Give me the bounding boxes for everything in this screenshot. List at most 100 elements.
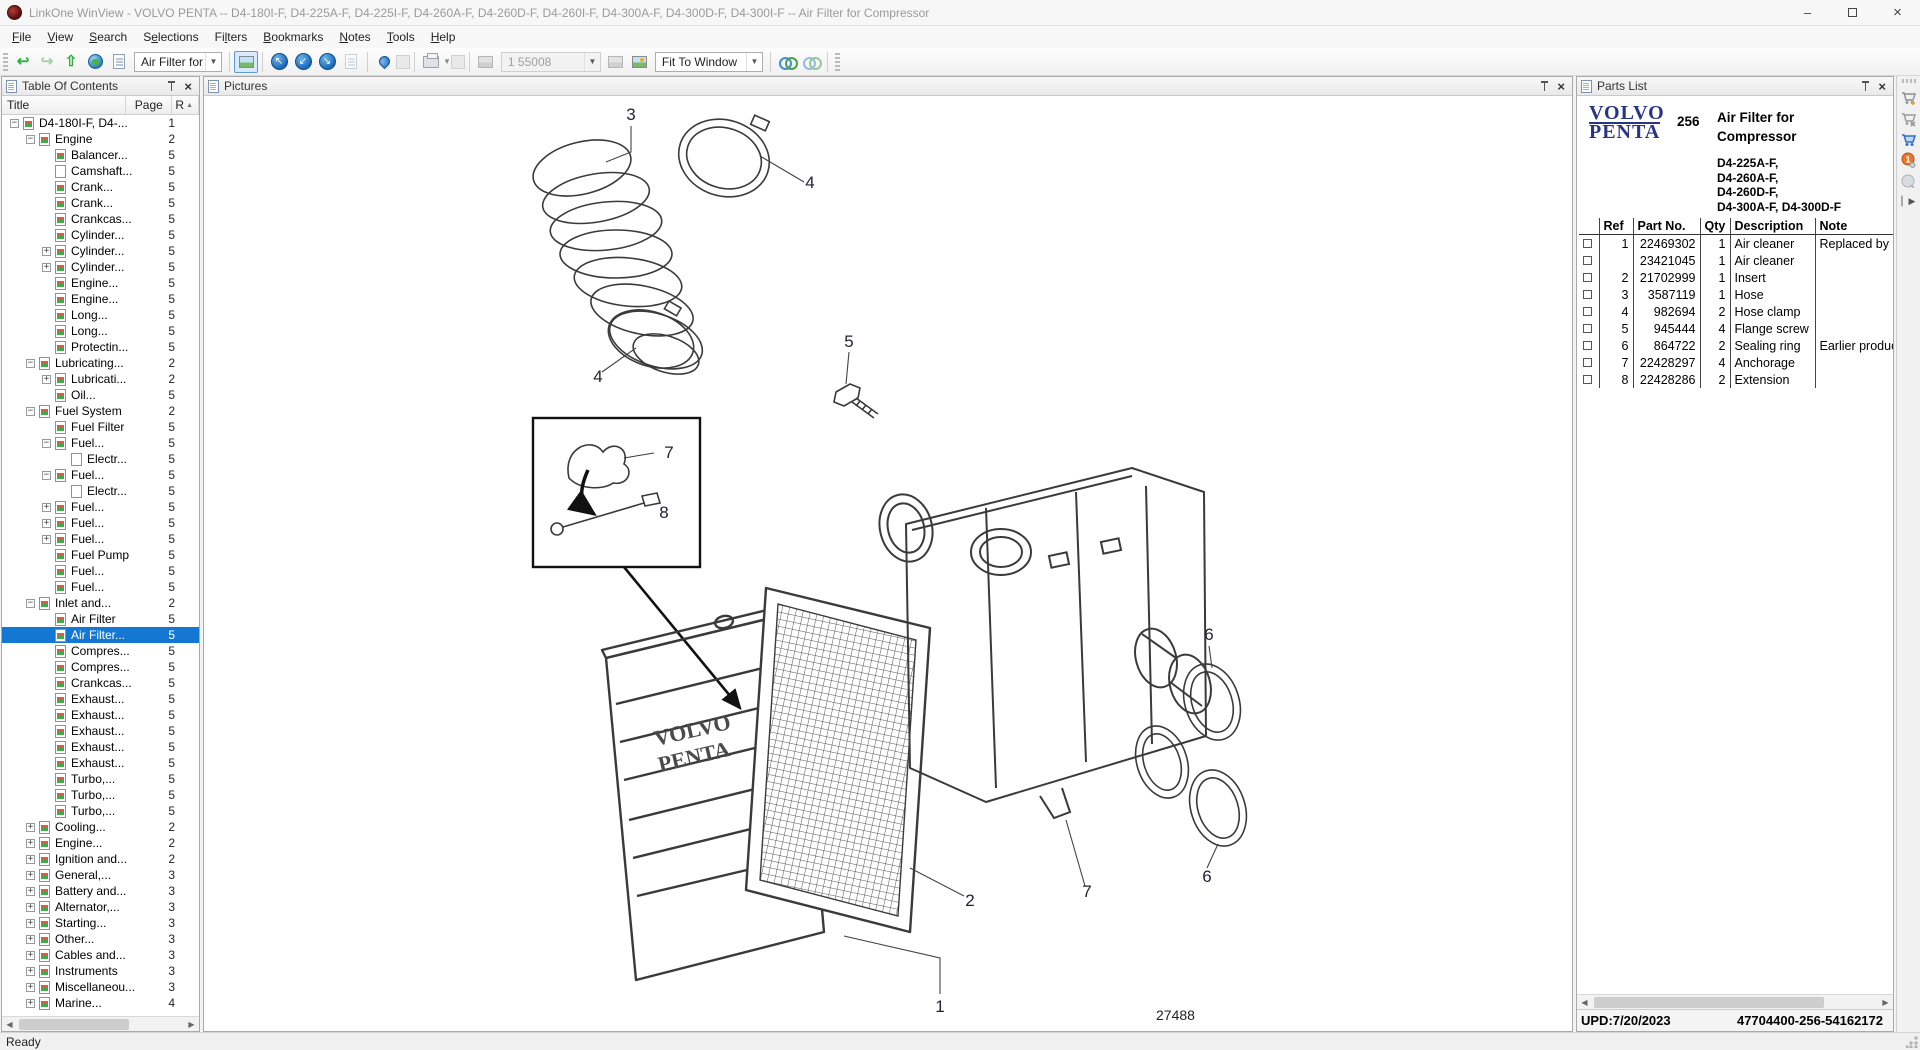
toc-row[interactable]: Turbo,... 5 (2, 771, 199, 787)
menu-filters[interactable]: Filters (207, 27, 256, 47)
collapse-icon[interactable]: − (42, 438, 51, 448)
ref-column-header[interactable]: Ref (1598, 218, 1633, 235)
back-button[interactable]: ↩ (11, 51, 35, 73)
toc-row[interactable]: + Fuel... 5 (2, 515, 199, 531)
collapse-icon[interactable]: − (10, 118, 19, 128)
expand-icon[interactable]: + (26, 838, 35, 848)
book-button[interactable] (107, 51, 131, 73)
toc-row[interactable]: Fuel Pump 5 (2, 547, 199, 563)
home-button[interactable] (83, 51, 107, 73)
toc-row[interactable]: − Fuel... 5 (2, 435, 199, 451)
expand-icon[interactable]: + (42, 518, 51, 528)
toc-col-r[interactable]: R ▲ (172, 96, 199, 114)
toc-row[interactable]: Turbo,... 5 (2, 803, 199, 819)
fit-window-button[interactable] (628, 51, 652, 73)
toc-row[interactable]: Turbo,... 5 (2, 787, 199, 803)
toc-row[interactable]: Oil... 5 (2, 387, 199, 403)
hotspot-up-button[interactable]: ↖ (267, 51, 291, 73)
row-checkbox[interactable] (1583, 306, 1592, 316)
callout-1[interactable]: 1 (935, 997, 944, 1016)
toc-row[interactable]: Air Filter... 5 (2, 627, 199, 643)
callout-7[interactable]: 7 (1082, 882, 1091, 901)
parts-pin-icon[interactable] (1860, 80, 1871, 93)
toc-close-icon[interactable]: × (181, 79, 195, 94)
toc-row[interactable]: Compres... 5 (2, 643, 199, 659)
row-checkbox[interactable] (1583, 238, 1592, 248)
parts-table-row[interactable]: 4 982694 2 Hose clamp (1579, 303, 1893, 320)
collapse-icon[interactable]: − (26, 134, 35, 144)
toc-row[interactable]: Long... 5 (2, 307, 199, 323)
expand-icon[interactable]: + (26, 998, 35, 1008)
toc-row[interactable]: + Fuel... 5 (2, 499, 199, 515)
toc-row[interactable]: Exhaust... 5 (2, 723, 199, 739)
link-picture-button[interactable] (799, 51, 823, 73)
toc-row[interactable]: Engine... 5 (2, 291, 199, 307)
expand-icon[interactable]: + (42, 262, 51, 272)
toc-row[interactable]: Air Filter 5 (2, 611, 199, 627)
toc-row[interactable]: Exhaust... 5 (2, 755, 199, 771)
view-cart-button[interactable] (1899, 129, 1919, 150)
forward-button[interactable]: ↪ (35, 51, 59, 73)
toc-row[interactable]: − Fuel... 5 (2, 467, 199, 483)
menu-selections[interactable]: Selections (135, 27, 206, 47)
toc-hscrollbar[interactable]: ◀ ▶ (2, 1016, 199, 1031)
expand-icon[interactable]: + (26, 982, 35, 992)
parts-hscrollbar[interactable]: ◀ ▶ (1577, 994, 1893, 1009)
expand-icon[interactable]: + (26, 870, 35, 880)
menu-tools[interactable]: Tools (379, 27, 423, 47)
menu-bookmarks[interactable]: Bookmarks (255, 27, 331, 47)
toc-row[interactable]: − Inlet and... 2 (2, 595, 199, 611)
maximize-button[interactable] (1830, 0, 1875, 26)
callout-4[interactable]: 4 (805, 173, 814, 192)
link-parts-button[interactable] (775, 51, 799, 73)
up-button[interactable]: ⇧ (59, 51, 83, 73)
toc-row[interactable]: − D4-180I-F, D4-... 1 (2, 115, 199, 131)
toc-row[interactable]: Exhaust... 5 (2, 739, 199, 755)
toc-row[interactable]: + Other... 3 (2, 931, 199, 947)
print-button[interactable] (419, 51, 443, 73)
expand-icon[interactable]: + (26, 966, 35, 976)
notes-page-button[interactable] (339, 51, 363, 73)
toolbar-grip-2[interactable] (834, 52, 840, 71)
parts-table-row[interactable]: 1 22469302 1 Air cleaner Replaced by 2 (1579, 234, 1893, 252)
scale-combobox[interactable]: 1 55008 ▼ (500, 51, 601, 72)
expand-icon[interactable]: + (42, 374, 51, 384)
toc-col-title[interactable]: Title (2, 96, 127, 114)
toc-row[interactable]: Electr... 5 (2, 451, 199, 467)
row-checkbox[interactable] (1583, 323, 1592, 333)
remove-from-cart-button[interactable] (1899, 108, 1919, 129)
toc-row[interactable]: − Engine 2 (2, 131, 199, 147)
toc-row[interactable]: + Battery and... 3 (2, 883, 199, 899)
toc-row[interactable]: Camshaft... 5 (2, 163, 199, 179)
toc-row[interactable]: Crank... 5 (2, 195, 199, 211)
toc-row[interactable]: + Engine... 2 (2, 835, 199, 851)
collapse-icon[interactable]: − (26, 358, 35, 368)
toc-row[interactable]: Fuel Filter 5 (2, 419, 199, 435)
callout-2[interactable]: 2 (965, 891, 974, 910)
row-checkbox[interactable] (1583, 255, 1592, 265)
callout-4[interactable]: 4 (593, 367, 602, 386)
callout-7[interactable]: 7 (664, 443, 673, 462)
menu-help[interactable]: Help (423, 27, 464, 47)
toc-row[interactable]: + General,... 3 (2, 867, 199, 883)
picture-mode-button[interactable] (234, 50, 258, 73)
expand-icon[interactable]: + (42, 534, 51, 544)
fit-chevron-icon[interactable]: ▼ (745, 52, 762, 71)
pictures-close-icon[interactable]: × (1554, 79, 1568, 94)
toc-row[interactable]: Fuel... 5 (2, 579, 199, 595)
toc-row[interactable]: Long... 5 (2, 323, 199, 339)
toc-row[interactable]: Electr... 5 (2, 483, 199, 499)
expand-icon[interactable]: + (26, 854, 35, 864)
callout-6[interactable]: 6 (1204, 625, 1213, 644)
hotspot-prev-button[interactable]: ↙ (291, 51, 315, 73)
expand-icon[interactable]: + (26, 934, 35, 944)
toc-row[interactable]: − Fuel System 2 (2, 403, 199, 419)
book-combobox[interactable]: Air Filter for ▼ (134, 51, 222, 72)
toc-row[interactable]: + Starting... 3 (2, 915, 199, 931)
menu-search[interactable]: Search (81, 27, 135, 47)
expand-icon[interactable]: + (26, 918, 35, 928)
toc-row[interactable]: Crankcas... 5 (2, 675, 199, 691)
chevron-down-icon[interactable]: ▼ (205, 52, 221, 71)
toc-row[interactable]: Exhaust... 5 (2, 691, 199, 707)
toc-row[interactable]: + Miscellaneou... 3 (2, 979, 199, 995)
